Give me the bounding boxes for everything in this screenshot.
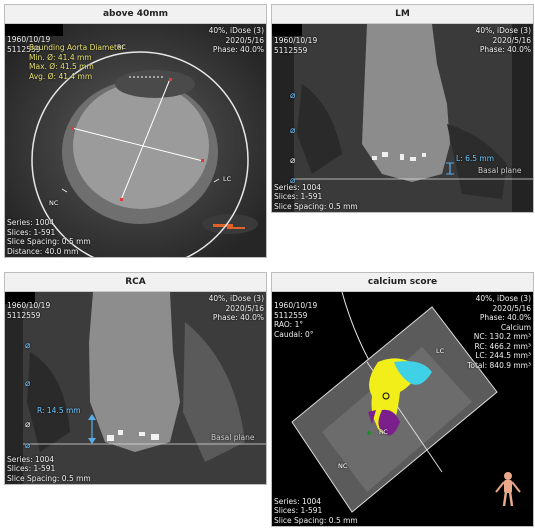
series-label: Series: 1004: [7, 218, 55, 227]
spacing-label: Slice Spacing: 0.5 mm: [7, 237, 91, 246]
cusp-label-rc: RC: [117, 43, 126, 51]
calcium-total: Total: 840.9 mm³: [467, 360, 531, 370]
diameter-icon[interactable]: ⌀: [25, 379, 30, 390]
slices-label: Slices: 1-591: [274, 192, 323, 201]
avg-diameter: Avg. Ø: 41.4 mm: [29, 71, 93, 81]
slices-label: Slices: 1-591: [7, 227, 56, 237]
study-date: 2020/5/16: [225, 303, 264, 313]
phase-label: Phase: 40.0%: [479, 45, 531, 54]
calcium-nc: NC: 130.2 mm³: [473, 332, 531, 341]
max-diameter: Max. Ø: 41.5 mm: [29, 62, 94, 71]
diameter-icon[interactable]: ⌀: [25, 420, 30, 431]
phase-label: Phase: 40.0%: [479, 313, 531, 322]
dose-label: 40%, iDose (3): [208, 294, 264, 303]
ct-image-area[interactable]: 1960/10/19 5112559 40%, iDose (3) 2020/5…: [5, 292, 266, 484]
cusp-label-rc: RC: [379, 428, 388, 436]
birth-date: 1960/10/19: [274, 36, 318, 45]
basal-plane-label: Basal plane: [211, 433, 255, 442]
dose-label: 40%, iDose (3): [475, 294, 531, 303]
patient-info: 1960/10/19 5112559 RAO: 1° Caudal: 0°: [274, 301, 317, 339]
viewport-title: RCA: [5, 273, 266, 292]
patient-info: 1960/10/19 5112559: [274, 36, 317, 55]
ct-image-area[interactable]: 1960/10/19 5112559 40%, iDose (3) 2020/5…: [272, 24, 533, 212]
rca-height-measurement: R: 14.5 mm: [37, 406, 81, 415]
lm-height-measurement: L: 6.5 mm: [456, 154, 495, 163]
study-date: 2020/5/16: [492, 303, 531, 313]
patient-info: 1960/10/19 5112559: [7, 301, 50, 320]
dose-label: 40%, iDose (3): [208, 26, 264, 35]
caudal-angle: Caudal: 0°: [274, 329, 314, 339]
rao-angle: RAO: 1°: [274, 320, 304, 329]
spacing-label: Slice Spacing: 0.5 mm: [274, 201, 358, 211]
patient-id: 5112559: [7, 310, 41, 320]
birth-date: 1960/10/19: [274, 301, 318, 310]
cusp-label-lc: LC: [223, 175, 232, 183]
viewport-title: LM: [272, 5, 533, 24]
slices-label: Slices: 1-591: [7, 464, 56, 473]
study-date: 2020/5/16: [492, 35, 531, 45]
aorta-diameter-readout: Bounding Aorta Diameter Min. Ø: 41.4 mm …: [29, 43, 125, 81]
spacing-label: Slice Spacing: 0.5 mm: [7, 473, 91, 483]
patient-id: 5112559: [274, 310, 308, 320]
diameter-icon[interactable]: ⌀: [25, 341, 30, 352]
series-info: Series: 1004 Slices: 1-591 Slice Spacing…: [274, 183, 358, 212]
series-info: Series: 1004 Slices: 1-591 Slice Spacing…: [7, 218, 91, 256]
acquisition-info: 40%, iDose (3) 2020/5/16 Phase: 40.0%: [209, 26, 264, 55]
study-date: 2020/5/16: [225, 35, 264, 45]
slices-label: Slices: 1-591: [274, 506, 323, 515]
acquisition-info: 40%, iDose (3) 2020/5/16 Phase: 40.0%: [209, 294, 264, 323]
aorta-label: Bounding Aorta Diameter: [29, 43, 125, 52]
basal-plane-label: Basal plane: [478, 166, 522, 175]
patient-id: 5112559: [274, 45, 308, 55]
spacing-label: Slice Spacing: 0.5 mm: [274, 515, 358, 525]
viewport-above-40mm[interactable]: above 40mm 1960/10/19 5112559 Bounding A…: [4, 4, 267, 258]
viewport-title: calcium score: [272, 273, 533, 292]
series-label: Series: 1004: [274, 182, 322, 192]
viewport-rca[interactable]: RCA 1960/10/19 5112559 40%, iDose (3) 20…: [4, 272, 267, 485]
series-label: Series: 1004: [7, 454, 55, 464]
cusp-label-lc: LC: [436, 347, 445, 355]
phase-label: Phase: 40.0%: [212, 313, 264, 322]
calcium-label: Calcium: [500, 322, 531, 332]
calcium-rc: RC: 466.2 mm³: [474, 341, 531, 351]
distance-label: Distance: 40.0 mm: [7, 246, 79, 256]
ct-image-area[interactable]: 1960/10/19 5112559 Bounding Aorta Diamet…: [5, 24, 266, 257]
birth-date: 1960/10/19: [7, 301, 51, 310]
viewport-title: above 40mm: [5, 5, 266, 24]
series-info: Series: 1004 Slices: 1-591 Slice Spacing…: [7, 455, 91, 484]
phase-label: Phase: 40.0%: [212, 45, 264, 54]
diameter-icon[interactable]: ⌀: [290, 126, 295, 137]
diameter-icon[interactable]: ⌀: [290, 156, 295, 167]
diameter-icon[interactable]: ⌀: [25, 441, 30, 452]
series-info: Series: 1004 Slices: 1-591 Slice Spacing…: [274, 497, 358, 526]
diameter-icon[interactable]: ⌀: [290, 91, 295, 102]
cusp-label-nc: NC: [49, 199, 59, 207]
calcium-lc: LC: 244.5 mm³: [475, 351, 531, 360]
cusp-label-nc: NC: [338, 462, 348, 470]
calcium-readout: 40%, iDose (3) 2020/5/16 Phase: 40.0% Ca…: [467, 294, 531, 370]
dose-label: 40%, iDose (3): [475, 26, 531, 35]
acquisition-info: 40%, iDose (3) 2020/5/16 Phase: 40.0%: [476, 26, 531, 55]
series-label: Series: 1004: [274, 496, 322, 506]
viewport-calcium-score[interactable]: calcium score 1960/10/19 5112559 RAO: 1°…: [271, 272, 534, 527]
min-diameter: Min. Ø: 41.4 mm: [29, 52, 92, 62]
viewport-lm[interactable]: LM 1960/10/19 5112559 40%, iDose (3) 202…: [271, 4, 534, 213]
ct-image-area[interactable]: 1960/10/19 5112559 RAO: 1° Caudal: 0° 40…: [272, 292, 533, 526]
header-bar: [272, 24, 302, 36]
